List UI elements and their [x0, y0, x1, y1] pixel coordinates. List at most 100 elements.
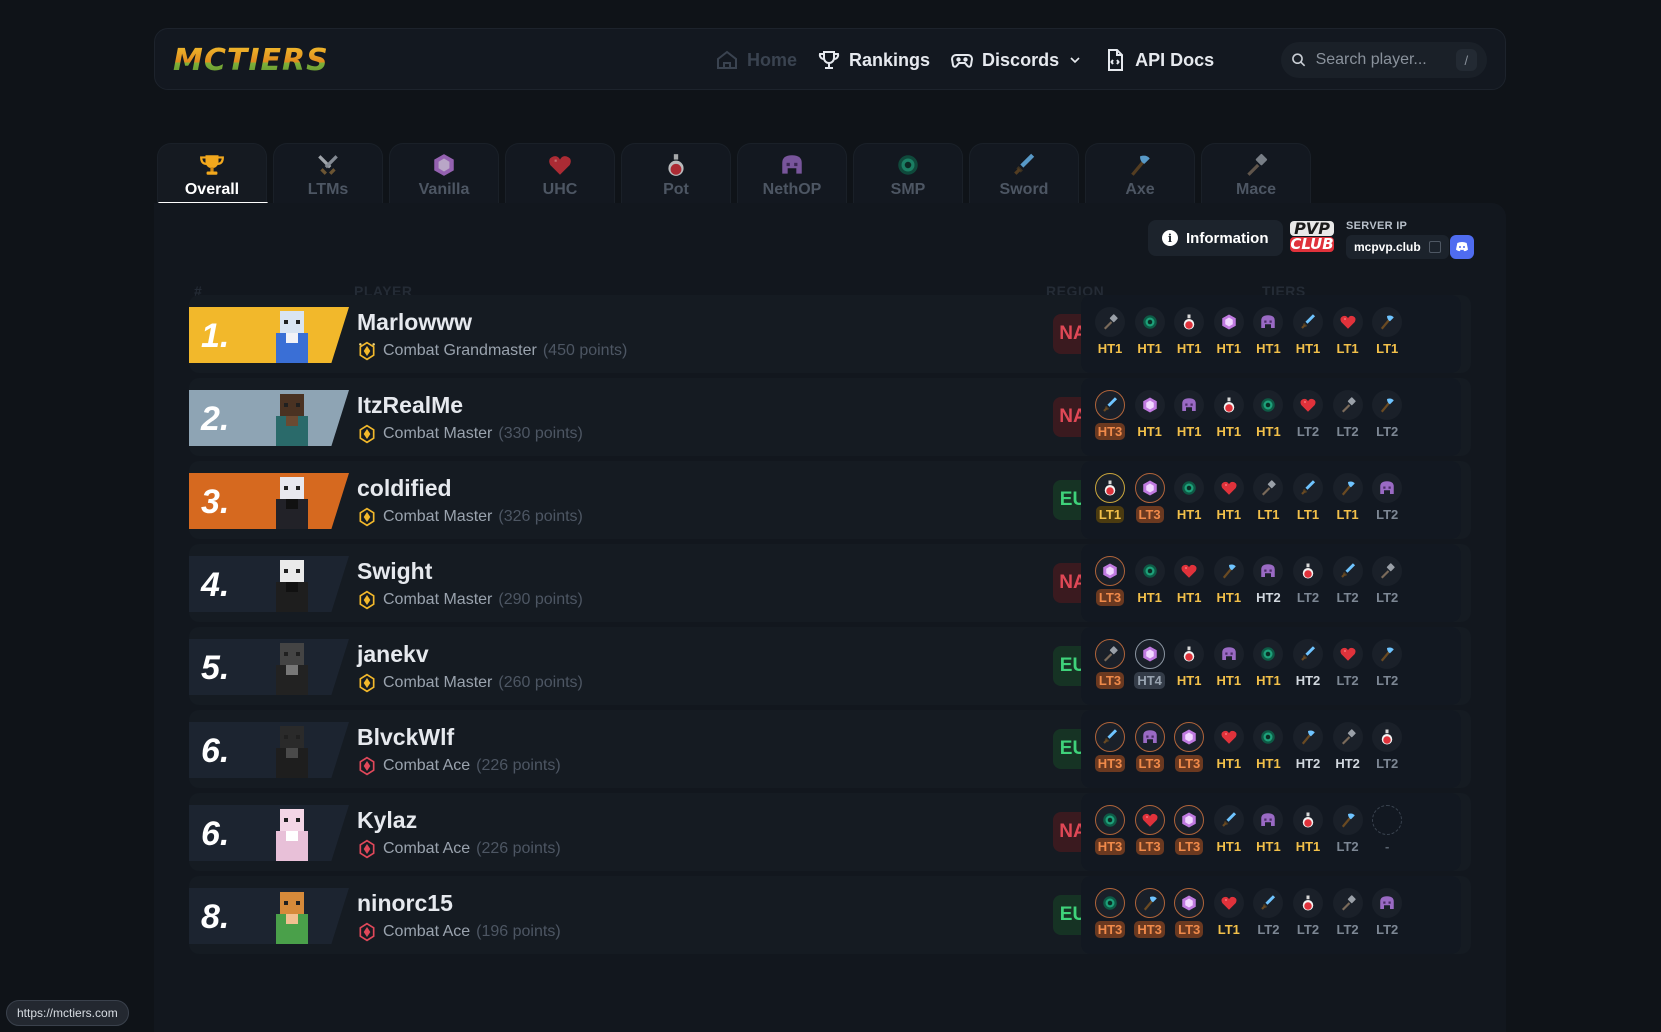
tier-smp[interactable]: HT1	[1133, 556, 1167, 606]
tier-mace[interactable]: HT2	[1331, 722, 1365, 772]
tier-uhc[interactable]: LT2	[1331, 639, 1365, 689]
tier-sword[interactable]: HT1	[1291, 307, 1325, 357]
tier-vanilla[interactable]: HT1	[1212, 307, 1246, 357]
table-row[interactable]: 2. ItzRealMe Combat Master (330 points) NA HT…	[189, 378, 1471, 456]
server-ip-copy[interactable]: mcpvp.club	[1346, 235, 1449, 259]
tier-nethop[interactable]: HT1	[1172, 390, 1206, 440]
search-bar[interactable]: /	[1281, 42, 1487, 78]
tier-mace[interactable]: LT3	[1093, 639, 1127, 689]
tier-vanilla[interactable]: HT4	[1133, 639, 1167, 689]
tier-mace[interactable]: HT1	[1093, 307, 1127, 357]
tier-axe[interactable]: LT2	[1370, 390, 1404, 440]
tier-mace[interactable]: LT2	[1331, 390, 1365, 440]
tier-uhc[interactable]: LT3	[1133, 805, 1167, 855]
tab-mace[interactable]: Mace	[1201, 143, 1311, 203]
tier-nethop[interactable]: HT1	[1251, 307, 1285, 357]
tier-axe[interactable]: HT1	[1212, 556, 1246, 606]
nav-discords[interactable]: Discords	[950, 48, 1083, 72]
table-row[interactable]: 1. Marlowww Combat Grandmaster (450 points)…	[189, 295, 1471, 373]
tier-uhc[interactable]: HT1	[1212, 473, 1246, 523]
tab-smp[interactable]: SMP	[853, 143, 963, 203]
tier-smp[interactable]: HT1	[1172, 473, 1206, 523]
nav-api-docs[interactable]: API Docs	[1103, 48, 1214, 72]
tier-axe[interactable]: LT2	[1370, 639, 1404, 689]
table-row[interactable]: 6. BlvckWlf Combat Ace (226 points) EU HT3 LT3…	[189, 710, 1471, 788]
mctiers-logo[interactable]: MCTIERS	[173, 43, 329, 78]
tier-axe[interactable]: HT3	[1133, 888, 1167, 938]
player-name[interactable]: ItzRealMe	[357, 392, 463, 419]
tier-smp[interactable]: HT1	[1133, 307, 1167, 357]
tier-uhc[interactable]: LT2	[1291, 390, 1325, 440]
tier-pot[interactable]: LT2	[1291, 888, 1325, 938]
table-row[interactable]: 3. coldified Combat Master (326 points) EU LT…	[189, 461, 1471, 539]
tier-smp[interactable]: HT3	[1093, 805, 1127, 855]
tier-smp[interactable]: HT1	[1251, 639, 1285, 689]
player-name[interactable]: ninorc15	[357, 890, 453, 917]
tier-nethop[interactable]: HT1	[1212, 639, 1246, 689]
tier-sword[interactable]: HT3	[1093, 390, 1127, 440]
tier-vanilla[interactable]: LT3	[1093, 556, 1127, 606]
table-row[interactable]: 5. janekv Combat Master (260 points) EU LT3 HT…	[189, 627, 1471, 705]
copy-icon[interactable]	[1428, 241, 1441, 253]
tier-sword[interactable]: LT1	[1291, 473, 1325, 523]
tier-axe[interactable]: HT2	[1291, 722, 1325, 772]
tab-uhc[interactable]: UHC	[505, 143, 615, 203]
tier-pot[interactable]: LT1	[1093, 473, 1127, 523]
tier-mace[interactable]: LT1	[1251, 473, 1285, 523]
tier-pot[interactable]: LT2	[1370, 722, 1404, 772]
tier-smp[interactable]: HT1	[1251, 390, 1285, 440]
tier-uhc[interactable]: LT1	[1212, 888, 1246, 938]
tier-nethop[interactable]: HT2	[1251, 556, 1285, 606]
tier-pot[interactable]: HT1	[1172, 307, 1206, 357]
tier-pot[interactable]: HT1	[1291, 805, 1325, 855]
tier-sword[interactable]: LT2	[1331, 556, 1365, 606]
player-name[interactable]: Kylaz	[357, 807, 417, 834]
tier-uhc[interactable]: HT1	[1172, 556, 1206, 606]
tier-nethop[interactable]: LT2	[1370, 888, 1404, 938]
player-name[interactable]: coldified	[357, 475, 452, 502]
tier-vanilla[interactable]: HT1	[1133, 390, 1167, 440]
tier-sword[interactable]: HT3	[1093, 722, 1127, 772]
player-name[interactable]: Marlowww	[357, 309, 472, 336]
tier-smp[interactable]: HT1	[1251, 722, 1285, 772]
tier-nethop[interactable]: LT3	[1133, 722, 1167, 772]
tier-nethop[interactable]: LT2	[1370, 473, 1404, 523]
tier-pot[interactable]: HT1	[1172, 639, 1206, 689]
table-row[interactable]: 6. Kylaz Combat Ace (226 points) NA HT3 LT3 LT3…	[189, 793, 1471, 871]
tier-empty[interactable]: -	[1370, 805, 1404, 855]
search-input[interactable]	[1315, 51, 1456, 69]
tab-pot[interactable]: Pot	[621, 143, 731, 203]
tier-axe[interactable]: LT1	[1370, 307, 1404, 357]
tier-mace[interactable]: LT2	[1331, 888, 1365, 938]
tab-axe[interactable]: Axe	[1085, 143, 1195, 203]
discord-button[interactable]	[1450, 235, 1474, 259]
tier-smp[interactable]: HT3	[1093, 888, 1127, 938]
tab-nethop[interactable]: NethOP	[737, 143, 847, 203]
tier-pot[interactable]: LT2	[1291, 556, 1325, 606]
tier-axe[interactable]: LT2	[1331, 805, 1365, 855]
player-name[interactable]: Swight	[357, 558, 432, 585]
table-row[interactable]: 4. Swight Combat Master (290 points) NA LT3 HT…	[189, 544, 1471, 622]
tier-axe[interactable]: LT1	[1331, 473, 1365, 523]
pvp-club-logo[interactable]: PVP CLUB	[1290, 221, 1334, 255]
nav-rankings[interactable]: Rankings	[817, 48, 930, 72]
tier-uhc[interactable]: LT1	[1331, 307, 1365, 357]
tab-vanilla[interactable]: Vanilla	[389, 143, 499, 203]
player-name[interactable]: BlvckWlf	[357, 724, 454, 751]
tier-sword[interactable]: LT2	[1251, 888, 1285, 938]
tab-overall[interactable]: Overall	[157, 143, 268, 205]
nav-home[interactable]: Home	[715, 48, 797, 72]
tier-nethop[interactable]: HT1	[1251, 805, 1285, 855]
tier-sword[interactable]: HT1	[1212, 805, 1246, 855]
tier-vanilla[interactable]: LT3	[1172, 805, 1206, 855]
tab-sword[interactable]: Sword	[969, 143, 1079, 203]
information-button[interactable]: i Information	[1148, 220, 1283, 256]
tier-vanilla[interactable]: LT3	[1133, 473, 1167, 523]
player-name[interactable]: janekv	[357, 641, 429, 668]
table-row[interactable]: 8. ninorc15 Combat Ace (196 points) EU HT3 HT3…	[189, 876, 1471, 954]
tab-ltms[interactable]: LTMs	[273, 143, 383, 203]
tier-vanilla[interactable]: LT3	[1172, 722, 1206, 772]
tier-uhc[interactable]: HT1	[1212, 722, 1246, 772]
tier-mace[interactable]: LT2	[1370, 556, 1404, 606]
tier-sword[interactable]: HT2	[1291, 639, 1325, 689]
